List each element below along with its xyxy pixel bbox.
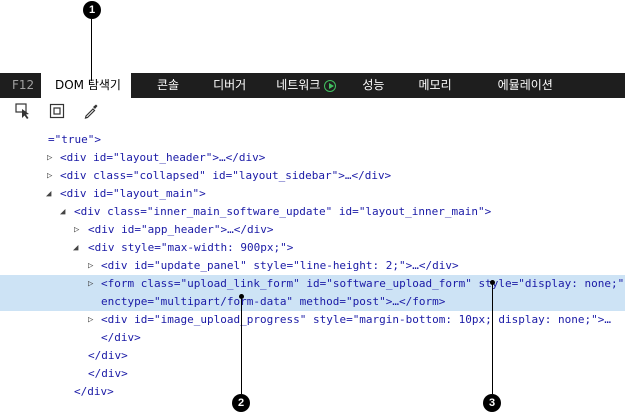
callout-3-line [492,283,493,394]
dom-text: ="true"> [48,133,101,146]
tab-dom-explorer[interactable]: DOM 탐색기 [41,73,131,98]
dom-text: <div class="collapsed" id="layout_sideba… [60,169,392,182]
callout-1: 1 [83,1,101,19]
dom-text: <div id="app_header">…</div> [88,223,274,236]
dom-line: </div> [0,329,625,347]
dom-text: enctype="multipart/form-data" method="po… [101,295,446,308]
callout-3: 3 [483,394,501,412]
collapse-arrow-icon[interactable]: ◢ [46,185,51,203]
collapse-arrow-icon[interactable]: ◢ [60,203,65,221]
dom-line[interactable]: ▷ <div class="collapsed" id="layout_side… [0,167,625,185]
dom-text: </div> [88,367,128,380]
dom-line: </div> [0,365,625,383]
dom-text: <form class="upload_link_form" id="softw… [101,277,625,290]
dom-text: </div> [101,331,141,344]
select-element-icon[interactable] [14,102,32,120]
callout-2-line [241,296,242,394]
dom-line[interactable]: ▷ <div id="app_header">…</div> [0,221,625,239]
expand-arrow-icon[interactable]: ▷ [74,221,79,239]
dom-tree: ="true"> ▷ <div id="layout_header">…</di… [0,124,625,414]
dom-text: <div class="inner_main_software_update" … [74,205,492,218]
dom-text: <div id="update_panel" style="line-heigh… [101,259,459,272]
expand-arrow-icon[interactable]: ▷ [47,149,52,167]
dom-line[interactable]: ◢ <div style="max-width: 900px;"> [0,239,625,257]
collapse-arrow-icon[interactable]: ◢ [73,239,78,257]
dom-text: <div id="image_upload_progress" style="m… [101,313,611,326]
dom-text: </div> [88,349,128,362]
dom-line[interactable]: ▷ <div id="layout_header">…</div> [0,149,625,167]
expand-arrow-icon[interactable]: ▷ [88,311,93,329]
tab-debugger[interactable]: 디버거 [205,73,254,98]
tab-performance[interactable]: 성능 [354,73,392,98]
play-icon [324,79,337,92]
highlight-box-icon[interactable] [48,102,66,120]
dom-line[interactable]: ▷ <div id="update_panel" style="line-hei… [0,257,625,275]
tab-emulation[interactable]: 에뮬레이션 [490,73,561,98]
dom-line: </div> [0,383,625,401]
dom-line[interactable]: ▷ <div id="image_upload_progress" style=… [0,311,625,329]
dom-text: </div> [74,385,114,398]
dom-line[interactable]: ◢ <div id="layout_main"> [0,185,625,203]
tab-network[interactable]: 네트워크 [268,73,344,98]
dom-text: <div id="layout_main"> [60,187,206,200]
callout-2: 2 [232,394,250,412]
expand-arrow-icon[interactable]: ▷ [88,257,93,275]
f12-label: F12 [12,78,35,92]
expand-arrow-icon[interactable]: ▷ [88,275,93,293]
dom-toolbar [0,98,625,124]
callout-1-line [91,19,92,81]
tab-console[interactable]: 콘솔 [149,73,187,98]
tab-network-label: 네트워크 [276,78,321,92]
dom-line: ="true"> [0,131,625,149]
expand-arrow-icon[interactable]: ▷ [47,167,52,185]
dom-line-selected[interactable]: ▷ <form class="upload_link_form" id="sof… [0,275,625,311]
dom-line[interactable]: ◢ <div class="inner_main_software_update… [0,203,625,221]
devtools-tab-bar: F12 DOM 탐색기 콘솔 디버거 네트워크 성능 메모리 에뮬레이션 [0,73,625,98]
color-picker-icon[interactable] [82,102,100,120]
dom-text: <div id="layout_header">…</div> [60,151,266,164]
dom-text: <div style="max-width: 900px;"> [88,241,294,254]
tab-memory[interactable]: 메모리 [410,73,459,98]
dom-line-cut [0,124,625,126]
dom-line: </div> [0,347,625,365]
